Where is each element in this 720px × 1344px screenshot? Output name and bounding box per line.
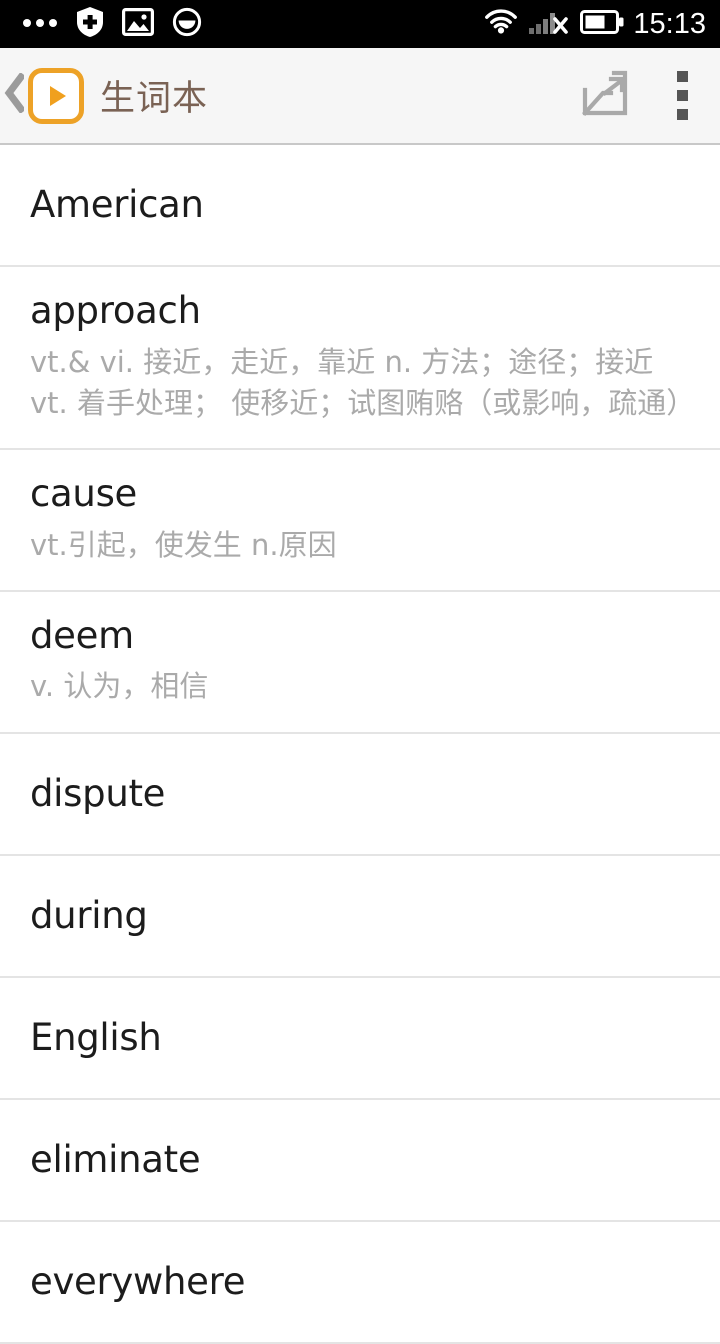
- back-button[interactable]: [0, 48, 28, 143]
- status-bar-right-icons: 15:13: [473, 7, 706, 40]
- wifi-icon: [484, 8, 518, 40]
- app-bar: 生词本: [0, 48, 720, 145]
- play-triangle-icon: [50, 85, 66, 106]
- overflow-dot-1-icon: [676, 71, 688, 82]
- share-button[interactable]: [566, 48, 644, 143]
- security-shield-icon: [76, 6, 104, 43]
- word-definition: v. 认为，相信: [30, 669, 209, 704]
- word-list-item[interactable]: deem v. 认为，相信: [0, 592, 720, 734]
- word-term: deem: [30, 613, 134, 657]
- word-list-item[interactable]: dispute: [0, 734, 720, 856]
- image-icon: [122, 7, 154, 41]
- overflow-menu-button[interactable]: [644, 48, 720, 143]
- page-title: 生词本: [100, 79, 209, 119]
- word-list-item[interactable]: eliminate: [0, 1100, 720, 1222]
- status-bar-left-icons: [22, 6, 220, 43]
- word-term: English: [30, 1015, 162, 1059]
- more-dots-icon: [22, 15, 58, 33]
- word-term: approach: [30, 289, 201, 332]
- circle-half-icon: [172, 7, 202, 42]
- overflow-dot-2-icon: [676, 90, 688, 101]
- word-list-item[interactable]: approach vt.& vi. 接近，走近，靠近 n. 方法；途径；接近 vt…: [0, 267, 720, 450]
- word-list[interactable]: American approach vt.& vi. 接近，走近，靠近 n. 方法；…: [0, 145, 720, 1344]
- app-bar-actions: [566, 48, 720, 143]
- word-term: dispute: [30, 771, 166, 815]
- word-definition: vt.引起，使发生 n.原因: [30, 527, 337, 562]
- overflow-dot-3-icon: [676, 109, 688, 120]
- chevron-left-icon: [2, 72, 26, 118]
- word-term: cause: [30, 472, 138, 515]
- word-term: everywhere: [30, 1259, 246, 1303]
- status-bar: 15:13: [0, 0, 720, 48]
- status-bar-clock: 15:13: [633, 7, 706, 40]
- word-term: during: [30, 893, 148, 937]
- word-list-item[interactable]: everywhere: [0, 1222, 720, 1344]
- word-list-item[interactable]: American: [0, 145, 720, 267]
- battery-icon: [580, 9, 624, 39]
- signal-no-sim-icon: [529, 9, 569, 40]
- share-export-icon: [581, 69, 629, 122]
- word-term: American: [30, 183, 204, 227]
- app-logo-play-icon[interactable]: [28, 67, 84, 124]
- word-list-item[interactable]: cause vt.引起，使发生 n.原因: [0, 450, 720, 592]
- word-list-item[interactable]: English: [0, 978, 720, 1100]
- word-definition: vt.& vi. 接近，走近，靠近 n. 方法；途径；接近 vt. 着手处理； …: [30, 344, 696, 420]
- word-term: eliminate: [30, 1137, 201, 1181]
- word-list-item[interactable]: during: [0, 856, 720, 978]
